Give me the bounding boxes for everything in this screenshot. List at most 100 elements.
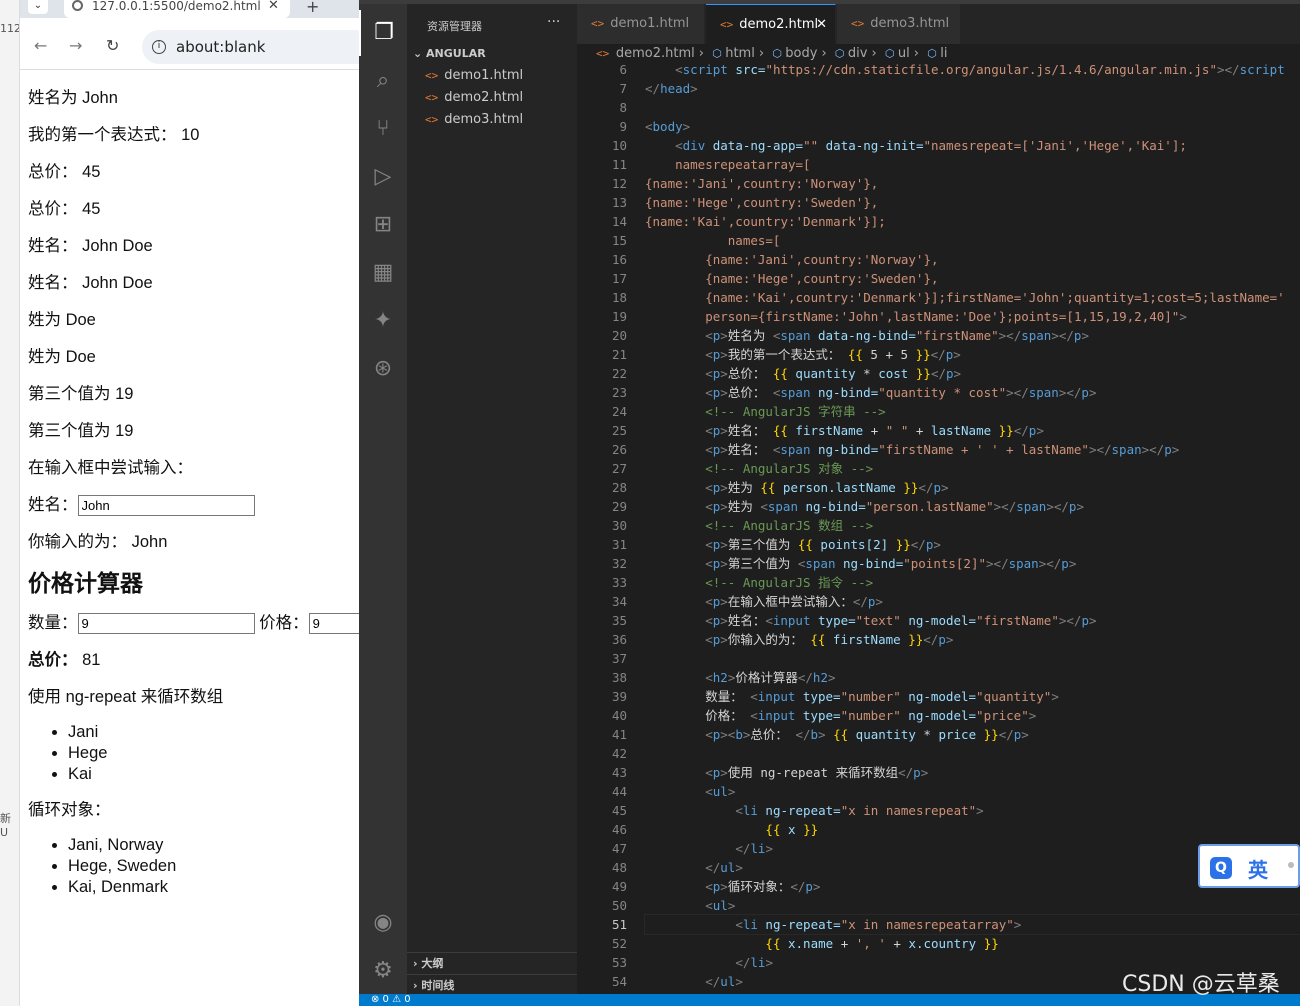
code-line[interactable]: <ul>	[645, 782, 1300, 801]
code-line[interactable]: <p>姓为 {{ person.lastName }}</p>	[645, 478, 1300, 497]
code-line[interactable]: {name:'Hege',country:'Sweden'},	[645, 193, 1300, 212]
new-tab-icon[interactable]: +	[306, 0, 319, 16]
code-line[interactable]: <p>我的第一个表达式： {{ 5 + 5 }}</p>	[645, 345, 1300, 364]
more-actions-icon[interactable]: ···	[547, 14, 560, 30]
code-line[interactable]: <p>姓为 <span ng-bind="person.lastName"></…	[645, 497, 1300, 516]
code-line[interactable]: <p>你输入的为： {{ firstName }}</p>	[645, 630, 1300, 649]
code-token: <	[645, 119, 653, 134]
code-editor[interactable]: 6 7 8 9 10 11 12 13 14 15 16 17 18 19 20 21 22 23 24 25 26 27…	[577, 60, 1300, 994]
code-token: <	[765, 613, 773, 628]
code-line[interactable]: <p>姓名： <span ng-bind="firstName + ' ' + …	[645, 440, 1300, 459]
globe-icon	[72, 0, 83, 11]
code-token: 总价：	[750, 727, 796, 742]
code-line[interactable]: <li ng-repeat="x in namesrepeatarray">	[644, 914, 1300, 935]
code-line[interactable]: {name:'Jani',country:'Norway'},	[645, 174, 1300, 193]
price-input[interactable]	[308, 613, 359, 635]
code-line[interactable]: {{ x.name + ', ' + x.country }}	[645, 934, 1300, 953]
code-line[interactable]: <p>总价： <span ng-bind="quantity * cost"><…	[645, 383, 1300, 402]
close-tab-icon[interactable]: ✕	[816, 5, 827, 45]
settings-gear-icon[interactable]: ⚙	[359, 948, 407, 994]
browser-tab[interactable]: 127.0.0.1:5500/demo2.html	[64, 0, 290, 18]
search-icon[interactable]: ⌕	[359, 58, 407, 104]
breadcrumb-item[interactable]: body	[785, 46, 817, 61]
code-line[interactable]: <!-- AngularJS 字符串 -->	[645, 402, 1300, 421]
code-line[interactable]: <!-- AngularJS 指令 -->	[645, 573, 1300, 592]
ime-language-toggle[interactable]: 英	[1248, 854, 1268, 883]
code-line[interactable]: <p>第三个值为 {{ points[2] }}</p>	[645, 535, 1300, 554]
code-line[interactable]: <p><b>总价： </b> {{ quantity * price }}</p…	[645, 725, 1300, 744]
code-line[interactable]: <ul>	[645, 896, 1300, 915]
forward-icon[interactable]: →	[69, 36, 82, 55]
code-line[interactable]: <script src="https://cdn.staticfile.org/…	[645, 60, 1300, 79]
code-line[interactable]: <p>姓名：<input type="text" ng-model="first…	[645, 611, 1300, 630]
address-bar[interactable]: i about:blank	[142, 30, 359, 64]
site-info-icon[interactable]: i	[152, 40, 166, 54]
code-token: ""	[803, 138, 819, 153]
tab-demo3[interactable]: <> demo3.html	[837, 4, 961, 44]
outline-section[interactable]: › 大纲	[407, 952, 577, 974]
code-line[interactable]: <p>姓名： {{ firstName + " " + lastName }}<…	[645, 421, 1300, 440]
code-line[interactable]: person={firstName:'John',lastName:'Doe'}…	[645, 307, 1300, 326]
code-token: p	[1081, 613, 1089, 628]
file-item-demo3[interactable]: <> demo3.html	[425, 109, 523, 131]
code-line[interactable]	[645, 98, 1300, 117]
back-icon[interactable]: ←	[34, 36, 47, 55]
breadcrumb-item[interactable]: demo2.html	[616, 46, 695, 61]
file-item-demo1[interactable]: <> demo1.html	[425, 65, 523, 87]
problems-count[interactable]: ⊗ 0 ⚠ 0	[371, 994, 411, 1005]
code-line[interactable]: <!-- AngularJS 数组 -->	[645, 516, 1300, 535]
explorer-icon[interactable]: ❐	[359, 10, 407, 56]
quantity-label: 数量：	[28, 614, 78, 632]
breadcrumb-item[interactable]: li	[940, 46, 947, 61]
quantity-input[interactable]	[77, 613, 255, 635]
code-line[interactable]: names=[	[645, 231, 1300, 250]
code-line[interactable]	[645, 649, 1300, 668]
remote-icon[interactable]: ✦	[359, 298, 407, 344]
breadcrumb-item[interactable]: ul	[898, 46, 910, 61]
run-debug-icon[interactable]: ▷	[359, 154, 407, 200]
code-line[interactable]: <h2>价格计算器</h2>	[645, 668, 1300, 687]
code-line[interactable]: 价格： <input type="number" ng-model="price…	[645, 706, 1300, 725]
code-token: <	[705, 499, 713, 514]
code-line[interactable]: {name:'Hege',country:'Sweden'},	[645, 269, 1300, 288]
timeline-section[interactable]: › 时间线	[407, 974, 577, 996]
code-line[interactable]: </head>	[645, 79, 1300, 98]
code-token: 你输入的为：	[727, 632, 811, 647]
code-line[interactable]: namesrepeatarray=[	[645, 155, 1300, 174]
code-line[interactable]: {name:'Kai',country:'Denmark'}];firstNam…	[645, 288, 1300, 307]
reload-icon[interactable]: ↻	[106, 36, 119, 55]
code-line[interactable]: {name:'Kai',country:'Denmark'}];	[645, 212, 1300, 231]
folder-section[interactable]: ⌄ ANGULAR	[413, 47, 486, 60]
breadcrumb-item[interactable]: html	[725, 46, 755, 61]
code-line[interactable]: {{ x }}	[645, 820, 1300, 839]
code-line[interactable]: <li ng-repeat="x in namesrepeat">	[645, 801, 1300, 820]
code-line[interactable]: 数量： <input type="number" ng-model="quant…	[645, 687, 1300, 706]
code-line[interactable]: <div data-ng-app="" data-ng-init="namesr…	[645, 136, 1300, 155]
code-line[interactable]: {name:'Jani',country:'Norway'},	[645, 250, 1300, 269]
tab-demo2[interactable]: <> demo2.html ✕	[706, 4, 836, 44]
code-line[interactable]: <p>第三个值为 <span ng-bind="points[2]"></spa…	[645, 554, 1300, 573]
docker-icon[interactable]: ▦	[359, 250, 407, 296]
folder-name: ANGULAR	[426, 47, 486, 60]
code-line[interactable]: <body>	[645, 117, 1300, 136]
breadcrumb-item[interactable]: div	[848, 46, 868, 61]
git-graph-icon[interactable]: ⊛	[359, 346, 407, 392]
account-icon[interactable]: ◉	[359, 900, 407, 946]
tab-demo1[interactable]: <> demo1.html	[577, 4, 705, 44]
close-tab-icon[interactable]: ✕	[268, 0, 279, 13]
name-input[interactable]	[77, 495, 255, 517]
code-line[interactable]: <p>姓名为 <span data-ng-bind="firstName"></…	[645, 326, 1300, 345]
extensions-icon[interactable]: ⊞	[359, 202, 407, 248]
code-line[interactable]: <!-- AngularJS 对象 -->	[645, 459, 1300, 478]
element-icon: ⬡	[712, 47, 726, 60]
file-item-demo2[interactable]: <> demo2.html	[425, 87, 523, 109]
code-line[interactable]: <p>在输入框中尝试输入：</p>	[645, 592, 1300, 611]
code-line[interactable]: <p>总价： {{ quantity * cost }}</p>	[645, 364, 1300, 383]
ime-toolbar[interactable]: Q 英	[1198, 844, 1300, 888]
source-control-icon[interactable]: ⑂	[359, 106, 407, 152]
code-line[interactable]: <p>使用 ng-repeat 来循环数组</p>	[645, 763, 1300, 782]
tab-list-dropdown-icon[interactable]: ⌄	[28, 0, 48, 14]
code-line[interactable]	[645, 744, 1300, 763]
code-token: head	[660, 81, 691, 96]
